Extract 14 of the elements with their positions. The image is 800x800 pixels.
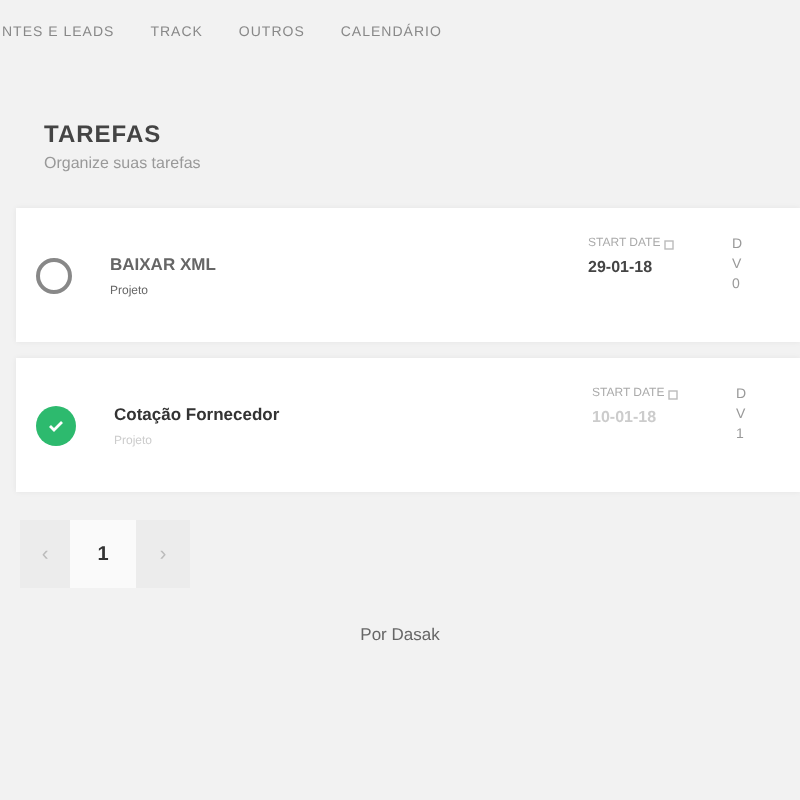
- task-title: Cotação Fornecedor: [114, 403, 282, 423]
- page-title: TAREFAS: [44, 120, 164, 148]
- task-title: BAIXAR XML: [110, 253, 218, 273]
- start-date: 29-01-18: [588, 258, 655, 276]
- page-button[interactable]: 1: [70, 520, 136, 588]
- calendar-icon: [668, 389, 679, 399]
- next-page-button[interactable]: ›: [136, 520, 190, 588]
- checkmark-icon: [48, 419, 64, 431]
- footer-credit: Por Dasak: [358, 624, 442, 644]
- unchecked-circle[interactable]: [36, 257, 72, 293]
- previous-page-button[interactable]: ‹: [20, 520, 70, 588]
- calendar-icon: [664, 239, 675, 249]
- checked-circle[interactable]: [36, 405, 76, 445]
- page-subtitle: Organize suas tarefas: [44, 154, 203, 172]
